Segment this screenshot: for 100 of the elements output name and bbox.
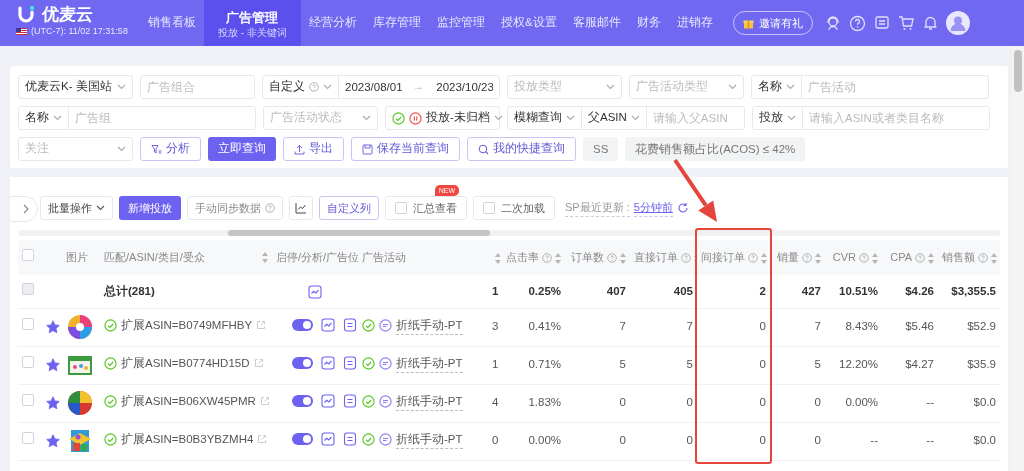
table-cell: 1.83% <box>500 384 565 422</box>
avatar[interactable] <box>945 11 970 35</box>
chevron-down-icon <box>117 84 126 90</box>
star-icon[interactable] <box>46 434 60 449</box>
select-field[interactable]: 父ASIN <box>581 106 647 130</box>
select-field[interactable]: 投放 <box>752 106 803 130</box>
document-icon[interactable] <box>343 393 357 408</box>
star-icon[interactable] <box>46 358 60 373</box>
message-icon[interactable] <box>873 15 890 31</box>
select-field[interactable]: 优麦云K- 美国站 <box>18 75 133 99</box>
column-header[interactable]: 订单数 <box>565 240 630 275</box>
table-cell: 3 <box>488 308 500 346</box>
chart-icon[interactable] <box>308 284 322 299</box>
filter-tag[interactable]: 花费销售额占比(ACOS) ≤ 42% <box>625 137 806 161</box>
add-button[interactable]: 新增投放 <box>119 196 181 220</box>
checkbox[interactable] <box>22 394 34 407</box>
column-header[interactable]: 点击率 <box>500 240 565 275</box>
filter-button[interactable]: 我的快捷查询 <box>467 137 576 161</box>
chart-icon[interactable] <box>321 393 335 408</box>
nav-tab[interactable]: 库存管理 <box>364 0 429 46</box>
query-button[interactable]: 立即查询 <box>208 137 276 161</box>
status-ok-icon <box>104 356 117 370</box>
column-header: 启停/分析/广告位 <box>272 240 358 275</box>
column-header[interactable]: 直接订单 <box>630 240 697 275</box>
target-text: 扩展ASIN=B06XW45PMR <box>121 393 256 409</box>
help-icon <box>607 253 617 264</box>
select-field[interactable]: 名称 <box>18 106 69 130</box>
nav-tab[interactable]: 授权&设置 <box>492 0 565 46</box>
status-select[interactable]: 投放-未归档 <box>385 106 500 130</box>
filter-button[interactable]: 导出 <box>283 137 344 161</box>
toggle-switch[interactable] <box>292 318 313 331</box>
help-icon <box>309 82 319 92</box>
table-cell: 0.71% <box>500 346 565 384</box>
horizontal-scrollbar[interactable] <box>18 230 1000 236</box>
checkbox[interactable] <box>22 249 34 262</box>
chart-icon[interactable] <box>321 317 335 332</box>
chevron-down-icon <box>53 115 62 121</box>
cart-icon[interactable] <box>897 15 915 31</box>
document-icon[interactable] <box>343 431 357 446</box>
chart-icon[interactable] <box>321 355 335 370</box>
column-header[interactable]: CVR <box>825 240 882 275</box>
filter-button[interactable]: 分析 <box>140 137 201 161</box>
input-field[interactable]: 广告活动 <box>801 75 989 99</box>
checkbox[interactable]: 汇总查看 <box>385 196 467 220</box>
support-icon[interactable] <box>824 15 841 31</box>
table-cell: 1 <box>488 275 500 308</box>
toggle-switch[interactable] <box>292 356 313 369</box>
column-header[interactable]: 销售额 <box>938 240 1000 275</box>
select-field[interactable]: 模糊查询 <box>507 106 582 130</box>
document-icon[interactable] <box>343 355 357 370</box>
nav-tab[interactable]: 进销存 <box>668 0 721 46</box>
update-time-link[interactable]: 5分钟前 <box>633 199 673 217</box>
nav-tab[interactable]: 经营分析 <box>300 0 365 46</box>
upload-icon <box>294 143 305 155</box>
input-field[interactable]: 广告组合 <box>140 75 255 99</box>
checkbox[interactable] <box>22 356 34 369</box>
checkbox[interactable] <box>22 318 34 331</box>
campaign-link[interactable]: 折纸手动-PT <box>396 430 463 449</box>
nav-tab[interactable]: 广告管理 投放 - 非关键词 <box>204 0 301 46</box>
chart-button[interactable] <box>289 196 313 220</box>
nav-tab[interactable]: 销售看板 <box>140 0 204 46</box>
toggle-switch[interactable] <box>292 432 313 445</box>
table-cell: 0 <box>770 384 825 422</box>
campaign-link[interactable]: 折纸手动-PT <box>396 354 463 373</box>
help-icon[interactable] <box>848 14 866 32</box>
checkbox[interactable]: 二次加载 <box>473 196 555 220</box>
input-field[interactable]: 请输入父ASIN <box>645 106 745 130</box>
table-cell: -- <box>882 422 938 460</box>
star-icon[interactable] <box>46 320 60 335</box>
bulk-actions-dropdown[interactable]: 批量操作 <box>40 196 113 220</box>
column-header[interactable]: 间接订单 <box>697 240 770 275</box>
document-icon[interactable] <box>343 317 357 332</box>
nav-tab[interactable]: 财务 <box>628 0 669 46</box>
toggle-switch[interactable] <box>292 394 313 407</box>
toolbar-button[interactable]: 手动同步数据 <box>187 196 283 220</box>
sort-icon <box>928 252 934 264</box>
bell-icon[interactable] <box>922 15 938 31</box>
toolbar-button[interactable]: 自定义列 <box>319 196 379 220</box>
logo-text: 优麦云 <box>42 5 93 25</box>
input-field[interactable]: 请输入ASIN或者类目名称 <box>802 106 990 130</box>
filter-tag[interactable]: SS <box>583 137 619 161</box>
star-icon[interactable] <box>46 396 60 411</box>
input-field[interactable]: 广告组 <box>68 106 256 130</box>
chart-icon[interactable] <box>321 431 335 446</box>
nav-tab[interactable]: 监控管理 <box>428 0 493 46</box>
refresh-icon[interactable] <box>676 202 689 214</box>
select-field[interactable]: 名称 <box>751 75 802 99</box>
help-icon <box>915 253 925 264</box>
nav-tab[interactable]: 客服邮件 <box>564 0 629 46</box>
column-header[interactable]: 销量 <box>770 240 825 275</box>
status-ok-icon <box>362 395 375 409</box>
select-field[interactable]: 自定义 <box>262 75 339 99</box>
campaign-link[interactable]: 折纸手动-PT <box>396 316 463 335</box>
vertical-scrollbar[interactable] <box>1012 46 1024 471</box>
column-header[interactable]: CPA <box>882 240 938 275</box>
campaign-link[interactable]: 折纸手动-PT <box>396 392 463 411</box>
column-header[interactable]: 匹配/ASIN/类目/受众 <box>100 240 272 275</box>
checkbox[interactable] <box>22 432 34 445</box>
date-range-field[interactable]: 2023/08/01 → 2023/10/23 <box>338 75 500 99</box>
filter-button[interactable]: 保存当前查询 <box>351 137 460 161</box>
